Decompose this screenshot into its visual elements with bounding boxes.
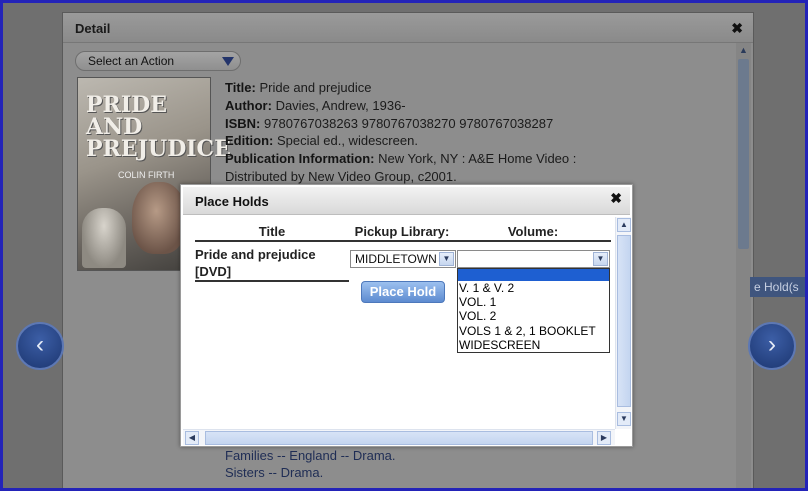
place-holds-dialog: Place Holds ✖ Title Pickup Library: Volu… bbox=[180, 184, 633, 447]
place-holds-titlebar: Place Holds bbox=[183, 187, 630, 215]
place-hold-button[interactable]: Place Hold bbox=[361, 281, 445, 303]
meta-isbn: ISBN: 9780767038263 9780767038270 978076… bbox=[225, 115, 576, 133]
volume-option-blank[interactable] bbox=[458, 269, 609, 281]
header-pickup: Pickup Library: bbox=[349, 223, 455, 242]
header-volume: Volume: bbox=[455, 223, 611, 242]
scroll-right-icon[interactable]: ▶ bbox=[597, 431, 611, 445]
modal-hscroll-thumb[interactable] bbox=[205, 431, 593, 445]
cover-title: PRIDE AND PREJUDICE bbox=[86, 92, 231, 162]
meta-publication-value-2: Distributed by New Video Group, c2001. bbox=[225, 168, 457, 184]
cover-actor: COLIN FIRTH bbox=[118, 170, 175, 180]
pickup-library-value: MIDDLETOWN bbox=[355, 252, 437, 266]
detail-scrollbar[interactable]: ▲ bbox=[736, 43, 751, 491]
action-select-label: Select an Action bbox=[88, 54, 175, 68]
meta-publication: Publication Information: New York, NY : … bbox=[225, 150, 576, 168]
volume-option[interactable]: WIDESCREEN bbox=[458, 338, 609, 352]
holds-table-header: Title Pickup Library: Volume: bbox=[195, 223, 611, 242]
cover-figures bbox=[82, 208, 126, 268]
scroll-left-icon[interactable]: ◀ bbox=[185, 431, 199, 445]
modal-close-icon[interactable]: ✖ bbox=[610, 190, 622, 207]
meta-title-value: Pride and prejudice bbox=[259, 80, 372, 95]
volume-select[interactable]: ▼ bbox=[457, 250, 610, 268]
place-hold-tab[interactable]: e Hold(s bbox=[750, 277, 808, 297]
cover-portrait bbox=[132, 182, 186, 254]
volume-option[interactable]: VOLS 1 & 2, 1 BOOKLET bbox=[458, 324, 609, 338]
action-select[interactable]: Select an Action bbox=[75, 51, 241, 71]
modal-vertical-scrollbar[interactable]: ▲ ▼ bbox=[615, 217, 631, 429]
modal-vscroll-thumb[interactable] bbox=[617, 235, 631, 407]
place-holds-title: Place Holds bbox=[195, 194, 269, 209]
meta-isbn-value: 9780767038263 9780767038270 978076703828… bbox=[264, 115, 554, 131]
detail-title: Detail bbox=[75, 21, 111, 36]
volume-dropdown-list: V. 1 & V. 2 VOL. 1 VOL. 2 VOLS 1 & 2, 1 … bbox=[457, 268, 610, 353]
chevron-down-icon: ▼ bbox=[439, 252, 454, 266]
modal-horizontal-scrollbar[interactable]: ◀ ▶ bbox=[183, 429, 615, 445]
meta-edition-value: Special ed., widescreen. bbox=[277, 133, 418, 149]
meta-edition: Edition: Special ed., widescreen. bbox=[225, 132, 576, 150]
meta-title-label: Title: bbox=[225, 80, 256, 95]
pickup-library-select[interactable]: MIDDLETOWN ▼ bbox=[350, 250, 456, 268]
scroll-up-icon[interactable]: ▲ bbox=[617, 218, 631, 232]
detail-titlebar: Detail bbox=[63, 13, 753, 43]
volume-option[interactable]: VOL. 2 bbox=[458, 309, 609, 323]
detail-close-icon[interactable]: ✖ bbox=[731, 20, 743, 37]
volume-option[interactable]: VOL. 1 bbox=[458, 295, 609, 309]
subject-link[interactable]: Sisters -- Drama. bbox=[225, 464, 396, 481]
chevron-down-icon bbox=[222, 57, 234, 66]
meta-publication-value: New York, NY : A&E Home Video : bbox=[378, 151, 577, 167]
meta-edition-label: Edition: bbox=[225, 133, 274, 149]
meta-isbn-label: ISBN: bbox=[225, 115, 261, 131]
meta-publication-label: Publication Information: bbox=[225, 151, 375, 167]
chevron-down-icon: ▼ bbox=[593, 252, 608, 266]
detail-scroll-thumb[interactable] bbox=[738, 59, 749, 249]
meta-author: Author: Davies, Andrew, 1936- bbox=[225, 97, 576, 115]
chevron-left-icon: ‹ bbox=[36, 331, 44, 358]
chevron-right-icon: › bbox=[768, 331, 776, 358]
header-title: Title bbox=[195, 223, 349, 242]
meta-author-label: Author: bbox=[225, 97, 272, 113]
meta-author-value: Davies, Andrew, 1936- bbox=[275, 97, 406, 113]
previous-record-button[interactable]: ‹ bbox=[16, 322, 64, 370]
subject-list: Families -- England -- Drama. Sisters --… bbox=[225, 447, 396, 481]
meta-title: Title: Pride and prejudice bbox=[225, 79, 576, 97]
row-title: Pride and prejudice [DVD] bbox=[195, 241, 349, 282]
scroll-up-icon[interactable]: ▲ bbox=[739, 45, 748, 55]
volume-option[interactable]: V. 1 & V. 2 bbox=[458, 281, 609, 295]
scroll-down-icon[interactable]: ▼ bbox=[617, 412, 631, 426]
next-record-button[interactable]: › bbox=[748, 322, 796, 370]
record-metadata: Title: Pride and prejudice Author: Davie… bbox=[225, 79, 576, 186]
subject-link[interactable]: Families -- England -- Drama. bbox=[225, 447, 396, 464]
